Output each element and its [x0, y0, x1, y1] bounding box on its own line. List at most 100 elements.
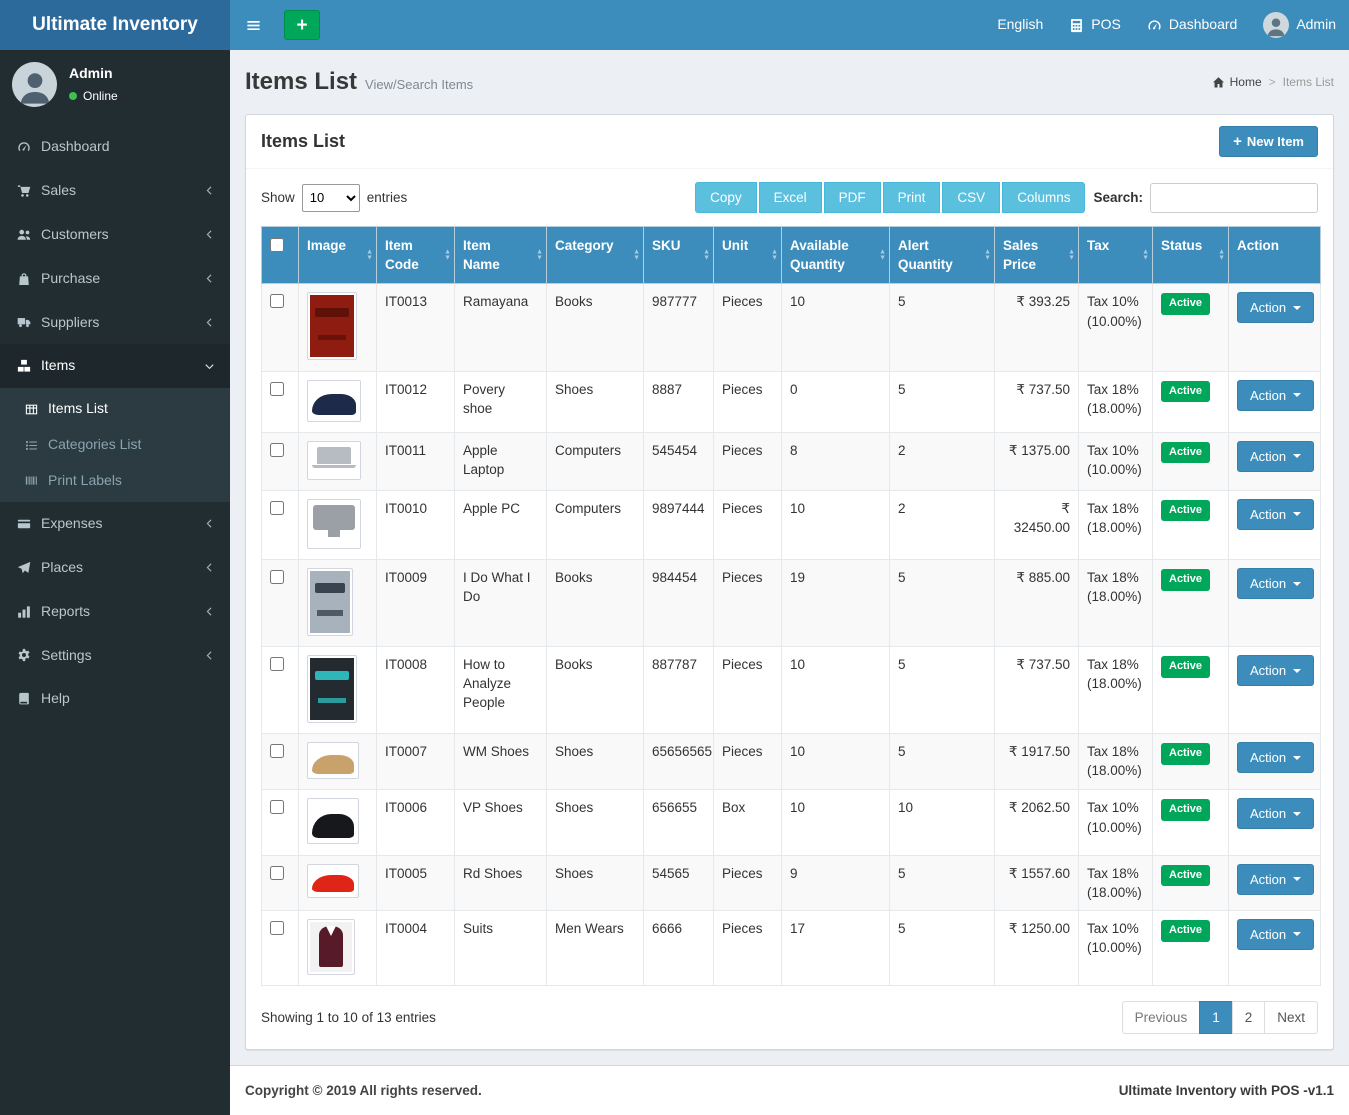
sidebar-item-suppliers[interactable]: Suppliers	[0, 301, 230, 345]
sidebar-subitem-items-list[interactable]: Items List	[0, 391, 230, 427]
action-button[interactable]: Action	[1237, 655, 1314, 686]
row-checkbox[interactable]	[270, 570, 284, 584]
caret-down-icon	[1293, 932, 1301, 936]
available-quantity-cell: 17	[782, 910, 890, 985]
page-button-1[interactable]: 1	[1199, 1001, 1233, 1034]
column-header-item-code[interactable]: Item Code▲▼	[377, 227, 455, 284]
export-button-copy[interactable]: Copy	[695, 182, 757, 213]
chevron-left-icon	[204, 273, 215, 284]
sidebar-subitem-categories-list[interactable]: Categories List	[0, 427, 230, 463]
sidebar-subitem-label: Categories List	[48, 435, 141, 455]
column-header-tax[interactable]: Tax▲▼	[1079, 227, 1153, 284]
row-checkbox[interactable]	[270, 501, 284, 515]
nav-item-label: Admin	[1296, 15, 1336, 35]
action-button[interactable]: Action	[1237, 919, 1314, 950]
pagination: Previous12Next	[1122, 1001, 1318, 1034]
item-name-cell: Apple Laptop	[455, 432, 547, 490]
item-code-cell: IT0013	[377, 284, 455, 371]
export-button-columns[interactable]: Columns	[1002, 182, 1085, 213]
row-checkbox[interactable]	[270, 382, 284, 396]
unit-cell: Pieces	[714, 432, 782, 490]
column-header-sales-price[interactable]: Sales Price▲▼	[995, 227, 1079, 284]
nav-item-dashboard[interactable]: Dashboard	[1134, 0, 1251, 50]
items-icon	[15, 359, 32, 373]
category-cell: Computers	[547, 490, 644, 559]
table-info: Showing 1 to 10 of 13 entries	[261, 1008, 436, 1027]
column-header-unit[interactable]: Unit▲▼	[714, 227, 782, 284]
tax-cell: Tax 10% (10.00%)	[1079, 432, 1153, 490]
places-icon	[15, 561, 32, 575]
new-item-button[interactable]: + New Item	[1219, 126, 1318, 157]
sidebar-item-customers[interactable]: Customers	[0, 213, 230, 257]
column-header-status[interactable]: Status▲▼	[1153, 227, 1229, 284]
export-button-print[interactable]: Print	[883, 182, 941, 213]
table-row: IT0006 VP Shoes Shoes 656655 Box 10 10 ₹…	[262, 790, 1321, 855]
page-button-2[interactable]: 2	[1232, 1001, 1266, 1034]
column-header-image[interactable]: Image▲▼	[299, 227, 377, 284]
action-button[interactable]: Action	[1237, 441, 1314, 472]
row-checkbox[interactable]	[270, 657, 284, 671]
action-button[interactable]: Action	[1237, 864, 1314, 895]
quick-add-button[interactable]: +	[284, 10, 320, 40]
row-checkbox[interactable]	[270, 443, 284, 457]
page-button-next[interactable]: Next	[1264, 1001, 1318, 1034]
unit-cell: Pieces	[714, 855, 782, 910]
sidebar-subitem-print-labels[interactable]: Print Labels	[0, 463, 230, 499]
sidebar-item-help[interactable]: Help	[0, 677, 230, 721]
action-button[interactable]: Action	[1237, 568, 1314, 599]
nav-item-english[interactable]: English	[984, 0, 1056, 50]
column-header-alert-quantity[interactable]: Alert Quantity▲▼	[890, 227, 995, 284]
row-checkbox[interactable]	[270, 744, 284, 758]
action-button[interactable]: Action	[1237, 499, 1314, 530]
sidebar-item-sales[interactable]: Sales	[0, 169, 230, 213]
page-length-select[interactable]: 10	[302, 184, 360, 212]
tax-cell: Tax 10% (10.00%)	[1079, 910, 1153, 985]
sidebar-item-items[interactable]: Items	[0, 344, 230, 388]
barcode-icon	[23, 474, 39, 487]
items-list-box: Items List + New Item Show 10 entries Co…	[245, 114, 1334, 1050]
row-checkbox[interactable]	[270, 800, 284, 814]
column-header-sku[interactable]: SKU▲▼	[644, 227, 714, 284]
sidebar-item-settings[interactable]: Settings	[0, 634, 230, 678]
sidebar-item-reports[interactable]: Reports	[0, 590, 230, 634]
row-checkbox[interactable]	[270, 921, 284, 935]
alert-quantity-cell: 5	[890, 371, 995, 432]
sort-icon: ▲▼	[1218, 250, 1225, 261]
sort-icon: ▲▼	[879, 250, 886, 261]
column-header-available-quantity[interactable]: Available Quantity▲▼	[782, 227, 890, 284]
nav-item-admin[interactable]: Admin	[1250, 0, 1349, 50]
export-button-csv[interactable]: CSV	[942, 182, 1000, 213]
available-quantity-cell: 10	[782, 790, 890, 855]
row-checkbox[interactable]	[270, 294, 284, 308]
action-button[interactable]: Action	[1237, 292, 1314, 323]
page-button-previous[interactable]: Previous	[1122, 1001, 1201, 1034]
column-header-item-name[interactable]: Item Name▲▼	[455, 227, 547, 284]
sidebar: Admin Online Dashboard Sales Customers P…	[0, 50, 230, 1115]
sku-cell: 987777	[644, 284, 714, 371]
column-header-category[interactable]: Category▲▼	[547, 227, 644, 284]
breadcrumb-home[interactable]: Home	[1212, 74, 1262, 91]
sidebar-item-places[interactable]: Places	[0, 546, 230, 590]
page-subtitle: View/Search Items	[365, 76, 473, 94]
sidebar-item-expenses[interactable]: Expenses	[0, 502, 230, 546]
search-input[interactable]	[1150, 183, 1318, 213]
action-button[interactable]: Action	[1237, 798, 1314, 829]
sidebar-item-purchase[interactable]: Purchase	[0, 257, 230, 301]
sidebar-item-dashboard[interactable]: Dashboard	[0, 125, 230, 169]
table-icon	[23, 403, 39, 416]
sales-price-cell: ₹ 1557.60	[995, 855, 1079, 910]
sidebar-item-label: Purchase	[41, 269, 100, 289]
action-button[interactable]: Action	[1237, 380, 1314, 411]
row-checkbox[interactable]	[270, 866, 284, 880]
action-button[interactable]: Action	[1237, 742, 1314, 773]
sidebar-toggle-button[interactable]	[230, 0, 276, 50]
item-code-cell: IT0008	[377, 647, 455, 734]
export-button-pdf[interactable]: PDF	[824, 182, 881, 213]
table-row: IT0009 I Do What I Do Books 984454 Piece…	[262, 560, 1321, 647]
sort-icon: ▲▼	[703, 250, 710, 261]
export-button-excel[interactable]: Excel	[759, 182, 822, 213]
app-logo[interactable]: Ultimate Inventory	[0, 0, 230, 50]
nav-item-pos[interactable]: POS	[1056, 0, 1134, 50]
select-all-checkbox[interactable]	[270, 238, 284, 252]
sales-price-cell: ₹ 2062.50	[995, 790, 1079, 855]
